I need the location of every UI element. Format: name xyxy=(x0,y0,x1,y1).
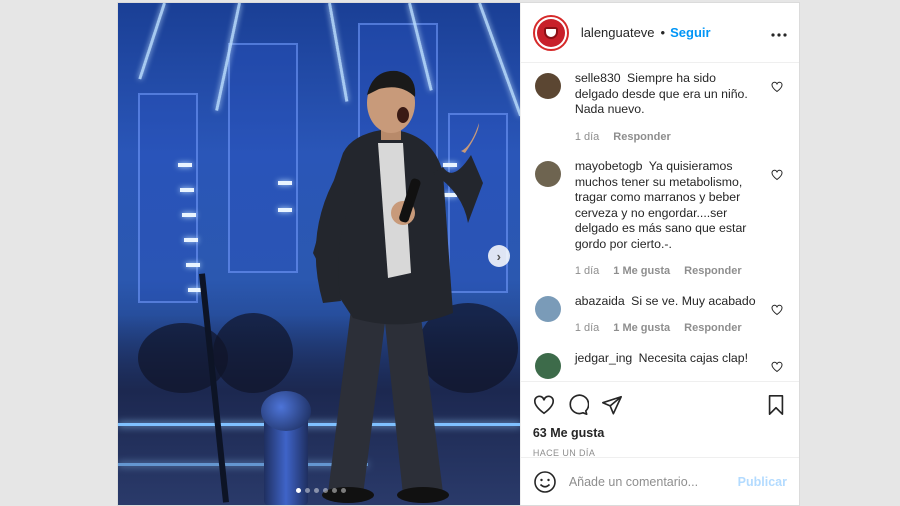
brand-logo-icon xyxy=(536,18,565,47)
emoji-icon[interactable] xyxy=(533,470,557,494)
commenter-avatar[interactable] xyxy=(534,352,561,379)
stage-panel xyxy=(138,93,198,303)
comment-like-heart-icon[interactable] xyxy=(771,304,783,316)
carousel-dot xyxy=(341,488,346,493)
comment-text: Si se ve. Muy acabado xyxy=(631,293,756,308)
stage-light xyxy=(182,213,196,217)
comment-age[interactable]: 1 día xyxy=(575,130,599,146)
post-actions: 63 Me gusta HACE UN DÍA xyxy=(520,381,799,458)
comment-age[interactable]: 1 día xyxy=(575,264,599,280)
comment-likes[interactable]: 1 Me gusta xyxy=(613,264,670,280)
commenter-username[interactable]: abazaida xyxy=(575,294,625,308)
profile-avatar[interactable] xyxy=(532,14,569,51)
commenter-username[interactable]: jedgar_ing xyxy=(575,351,632,365)
comment-list: selle830 Siempre ha sido delgado desde q… xyxy=(521,63,799,381)
add-comment-bar: Publicar xyxy=(520,457,799,505)
carousel-next-button[interactable]: › xyxy=(487,245,510,267)
comment-age[interactable]: 1 día xyxy=(575,321,599,337)
chevron-right-icon: › xyxy=(496,248,501,264)
comment-item: mayobetogb Ya quisieramos muchos tener s… xyxy=(534,159,783,280)
commenter-avatar[interactable] xyxy=(534,73,561,99)
post-author-username[interactable]: lalenguateve xyxy=(581,25,655,40)
carousel-dot xyxy=(314,488,319,493)
light-beam xyxy=(138,3,166,80)
share-direct-icon[interactable] xyxy=(601,394,623,416)
follow-button[interactable]: Seguir xyxy=(670,25,710,40)
carousel-dot xyxy=(332,488,337,493)
commenter-avatar[interactable] xyxy=(534,161,561,187)
carousel-dot xyxy=(323,488,328,493)
post-photo[interactable]: › xyxy=(118,3,520,505)
carousel-dot xyxy=(296,488,301,493)
comment-text: Necesita cajas clap! xyxy=(638,350,749,365)
carousel-dot xyxy=(305,488,310,493)
commenter-username[interactable]: selle830 xyxy=(575,71,621,85)
like-count[interactable]: 63 Me gusta xyxy=(533,426,787,440)
commenter-username[interactable]: mayobetogb xyxy=(575,159,643,173)
carousel-dots xyxy=(296,488,346,493)
comment-item: abazaida Si se ve. Muy acabado 1 día 1 M… xyxy=(534,293,783,337)
post-timestamp[interactable]: HACE UN DÍA xyxy=(533,448,787,458)
comment-input[interactable] xyxy=(568,474,738,489)
reply-button[interactable]: Responder xyxy=(613,130,670,146)
comment-item: jedgar_ing Necesita cajas clap! xyxy=(534,350,783,379)
stage-light xyxy=(186,263,200,267)
comment-like-heart-icon[interactable] xyxy=(771,81,783,93)
publish-button[interactable]: Publicar xyxy=(738,475,787,489)
commenter-avatar[interactable] xyxy=(534,295,561,322)
comment-like-heart-icon[interactable] xyxy=(771,361,783,373)
band-silhouette xyxy=(213,313,293,393)
reply-button[interactable]: Responder xyxy=(684,321,741,337)
comment-meta: 1 día 1 Me gusta Responder xyxy=(575,264,763,280)
comment-like-heart-icon[interactable] xyxy=(771,169,783,181)
comment-likes[interactable]: 1 Me gusta xyxy=(613,321,670,337)
bookmark-icon[interactable] xyxy=(765,394,787,416)
comment-meta: 1 día 1 Me gusta Responder xyxy=(575,321,763,337)
comment-item: selle830 Siempre ha sido delgado desde q… xyxy=(534,71,783,146)
like-heart-icon[interactable] xyxy=(533,394,555,416)
stage-panel xyxy=(228,43,298,273)
stage-light xyxy=(278,181,292,185)
post-header: lalenguateve • Seguir xyxy=(520,3,799,63)
comment-icon[interactable] xyxy=(567,394,589,416)
foreground-mic xyxy=(261,391,311,431)
comment-meta: 1 día Responder xyxy=(575,130,763,146)
light-beam xyxy=(478,3,520,117)
stage-light xyxy=(278,208,292,212)
instagram-post: › lalenguateve • Seguir selle830 Siempre… xyxy=(117,2,800,506)
post-sidebar: lalenguateve • Seguir selle830 Siempre h… xyxy=(519,3,799,505)
stage-light xyxy=(184,238,198,242)
reply-button[interactable]: Responder xyxy=(684,264,741,280)
stage-light xyxy=(180,188,194,192)
more-options-icon[interactable] xyxy=(771,24,787,42)
stage-light xyxy=(178,163,192,167)
singer-figure xyxy=(313,70,483,503)
header-separator: • xyxy=(660,25,666,40)
